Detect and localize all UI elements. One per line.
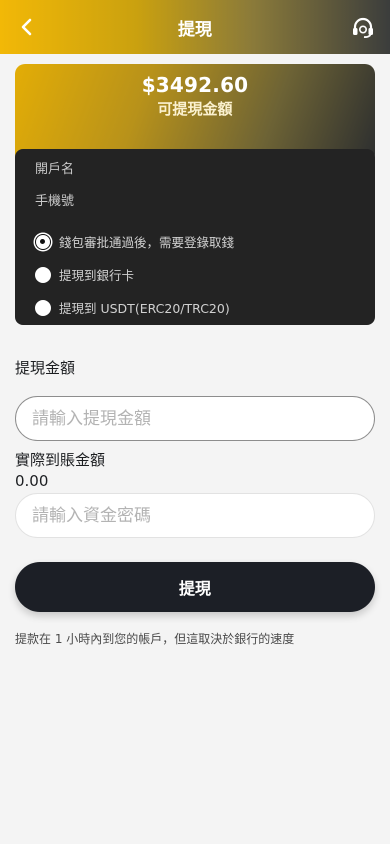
balance-amount: $3492.60 bbox=[141, 73, 249, 97]
radio-selected-icon[interactable] bbox=[35, 233, 51, 250]
radio-icon[interactable] bbox=[35, 266, 51, 283]
withdraw-amount-label: 提現金額 bbox=[15, 359, 76, 377]
option-bank-card[interactable]: 提現到銀行卡 bbox=[35, 258, 355, 291]
customer-service-button[interactable] bbox=[350, 14, 376, 40]
option-usdt[interactable]: 提現到 USDT(ERC20/TRC20) bbox=[35, 291, 355, 324]
balance-label: 可提現金額 bbox=[157, 100, 233, 118]
phone-label: 手機號 bbox=[35, 194, 75, 209]
option-label: 提現到 USDT(ERC20/TRC20) bbox=[59, 301, 230, 316]
option-wallet-approval[interactable]: 錢包審批通過後，需要登錄取錢 bbox=[35, 225, 355, 258]
top-bar: 提現 bbox=[0, 0, 390, 54]
option-label: 錢包審批通過後，需要登錄取錢 bbox=[59, 235, 235, 250]
back-button[interactable] bbox=[14, 14, 40, 40]
withdraw-submit-button[interactable]: 提現 bbox=[15, 562, 375, 612]
withdraw-note: 提款在 1 小時內到您的帳戶，但這取決於銀行的速度 bbox=[15, 632, 295, 646]
option-label: 提現到銀行卡 bbox=[59, 268, 135, 283]
page-title: 提現 bbox=[178, 19, 212, 40]
chevron-left-icon bbox=[21, 18, 32, 36]
radio-icon[interactable] bbox=[35, 299, 51, 316]
fund-password-input[interactable] bbox=[15, 493, 375, 538]
account-panel: 開戶名 手機號 錢包審批通過後，需要登錄取錢 提現到銀行卡 提現到 USDT(E… bbox=[15, 149, 375, 325]
actual-amount-label: 實際到賬金額 bbox=[15, 451, 106, 469]
account-name-label: 開戶名 bbox=[35, 162, 75, 177]
withdraw-amount-input[interactable] bbox=[15, 396, 375, 441]
headset-icon bbox=[353, 17, 373, 38]
actual-amount-value: 0.00 bbox=[15, 472, 49, 490]
